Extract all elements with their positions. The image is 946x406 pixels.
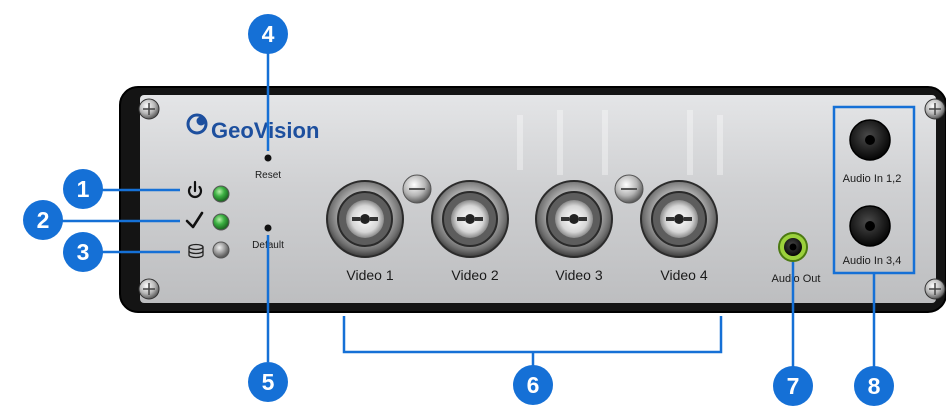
bnc-connector-video-1[interactable] — [326, 180, 404, 258]
mount-screw-right — [614, 174, 644, 204]
svg-text:6: 6 — [527, 372, 540, 398]
callout-8: 8 — [854, 366, 894, 406]
callout-2: 2 — [23, 200, 63, 240]
bnc-connector-video-4[interactable] — [640, 180, 718, 258]
logo-text: GeoVision — [211, 118, 319, 143]
audio-in-jack-1-2[interactable] — [849, 119, 891, 161]
device-front-panel-diagram: GeoVision Reset Default Video 1 Video 2 … — [23, 14, 946, 406]
callout-1: 1 — [63, 169, 103, 209]
svg-text:2: 2 — [37, 207, 50, 233]
video-label-4: Video 4 — [660, 267, 707, 283]
svg-text:7: 7 — [787, 373, 800, 399]
corner-screw-top-left — [138, 98, 160, 120]
led-status — [212, 213, 230, 231]
audio-in-jack-3-4[interactable] — [849, 205, 891, 247]
svg-text:4: 4 — [262, 21, 275, 47]
corner-screw-bottom-left — [138, 278, 160, 300]
audio-out-label: Audio Out — [772, 273, 821, 285]
leader-bracket-6 — [342, 316, 723, 354]
bnc-connector-video-3[interactable] — [535, 180, 613, 258]
bnc-connector-video-2[interactable] — [431, 180, 509, 258]
audio-out-jack[interactable] — [778, 232, 808, 262]
led-hdd — [212, 241, 230, 259]
svg-text:1: 1 — [77, 176, 90, 202]
corner-screw-bottom-right — [924, 278, 946, 300]
callout-6: 6 — [513, 365, 553, 405]
corner-screw-top-right — [924, 98, 946, 120]
video-label-2: Video 2 — [451, 267, 498, 283]
callout-3: 3 — [63, 232, 103, 272]
led-power — [212, 185, 230, 203]
callout-4: 4 — [248, 14, 288, 54]
svg-text:3: 3 — [77, 239, 90, 265]
audio-in-label-3-4: Audio In 3,4 — [843, 255, 902, 267]
svg-text:5: 5 — [262, 369, 275, 395]
audio-in-label-1-2: Audio In 1,2 — [843, 173, 902, 185]
callout-5: 5 — [248, 362, 288, 402]
svg-text:8: 8 — [868, 373, 881, 399]
callout-7: 7 — [773, 366, 813, 406]
video-label-1: Video 1 — [346, 267, 393, 283]
mount-screw-left — [402, 174, 432, 204]
video-label-3: Video 3 — [555, 267, 602, 283]
reset-label: Reset — [255, 170, 281, 181]
